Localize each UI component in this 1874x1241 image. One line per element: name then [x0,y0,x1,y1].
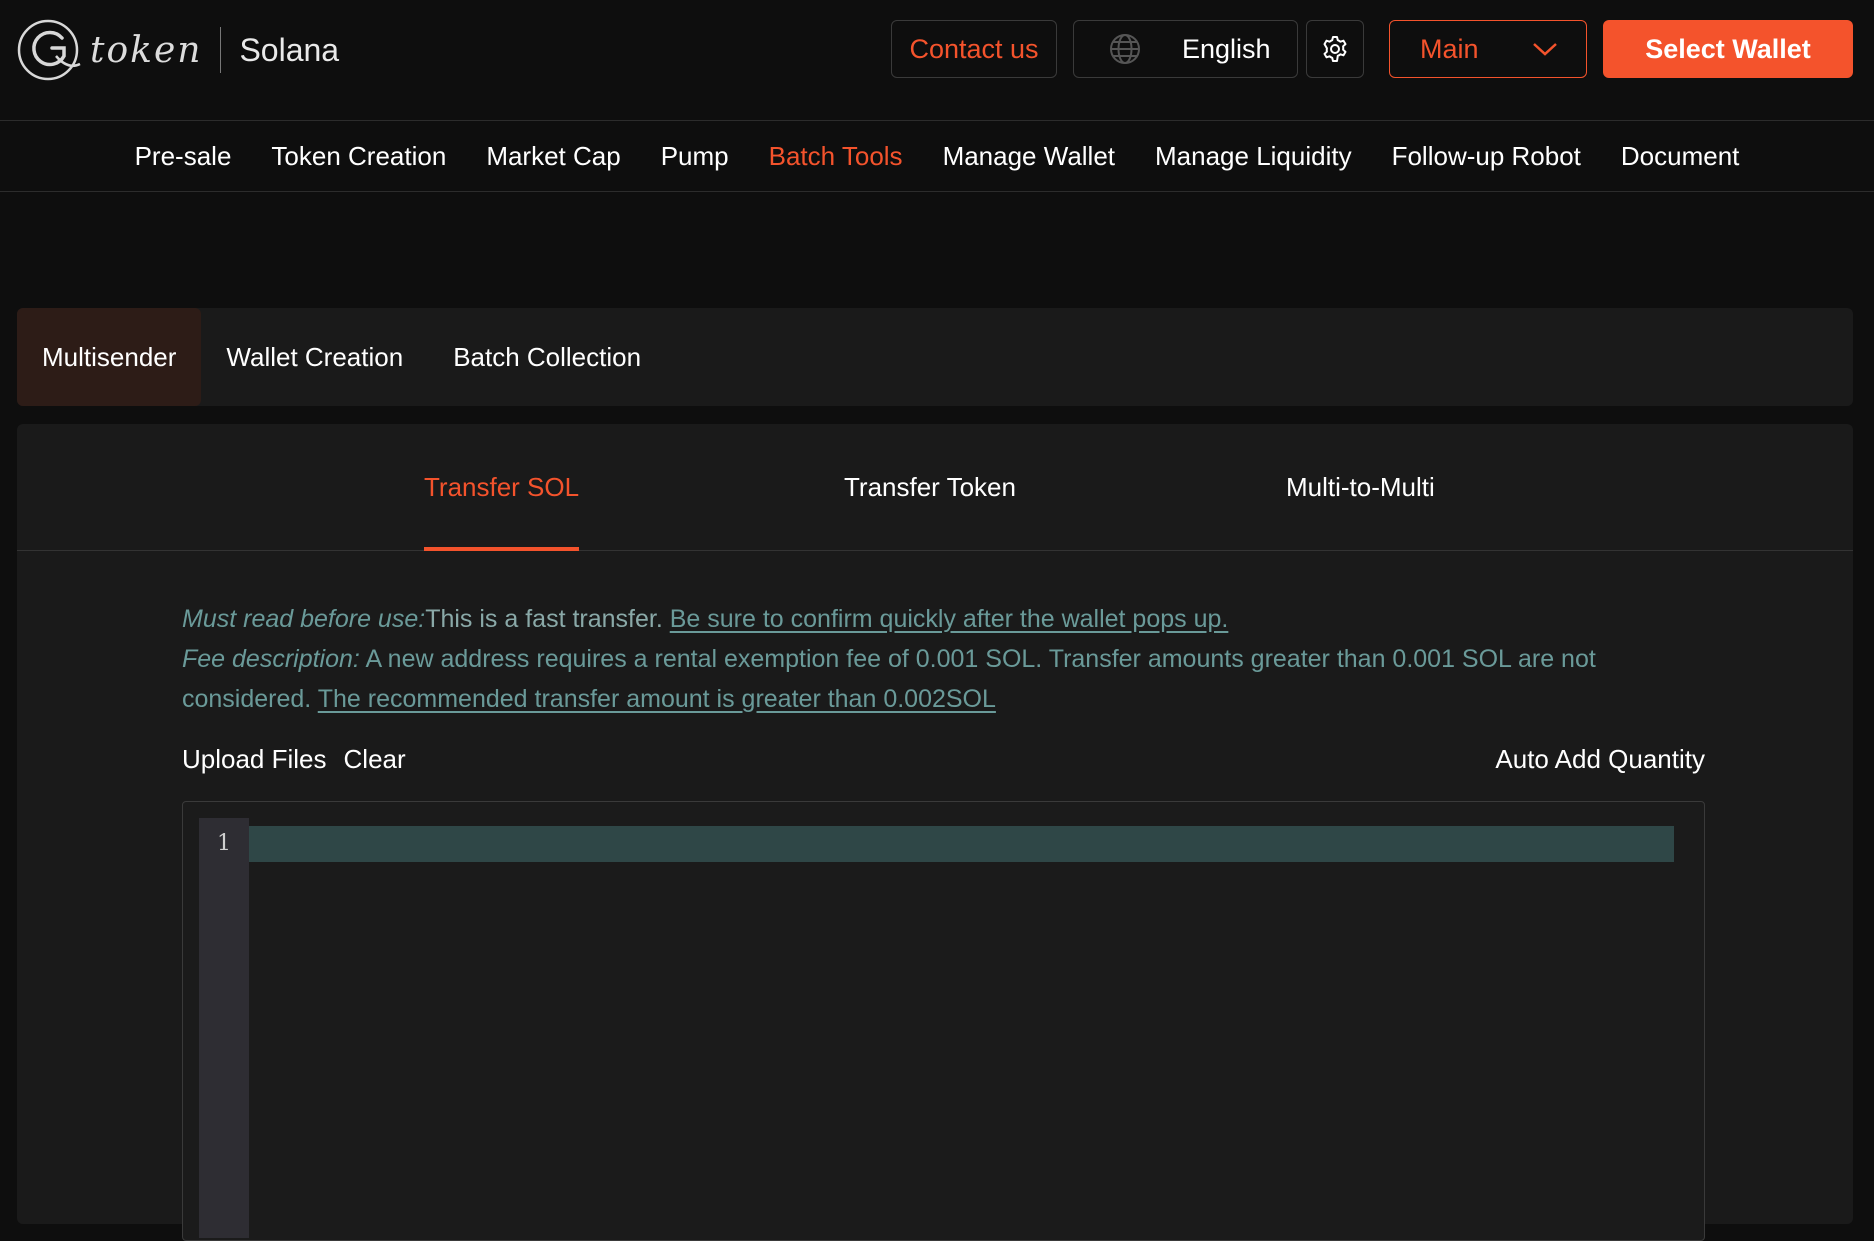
nav-item-manage-liquidity[interactable]: Manage Liquidity [1155,141,1352,172]
tab-transfer-token[interactable]: Transfer Token [844,424,1016,551]
clear-button[interactable]: Clear [344,744,406,775]
nav-item-market-cap[interactable]: Market Cap [486,141,620,172]
contact-us-button[interactable]: Contact us [891,20,1057,78]
nav-item-token-creation[interactable]: Token Creation [271,141,446,172]
tab-multisender[interactable]: Multisender [17,308,202,406]
select-wallet-button[interactable]: Select Wallet [1603,20,1853,78]
nav-item-manage-wallet[interactable]: Manage Wallet [943,141,1115,172]
tab-transfer-sol[interactable]: Transfer SOL [424,424,580,551]
nav-item-pump[interactable]: Pump [661,141,729,172]
network-select[interactable]: Main [1389,20,1587,78]
tab-batch-collection[interactable]: Batch Collection [428,308,666,406]
address-editor[interactable]: 1 [182,801,1705,1241]
active-line-highlight[interactable] [249,826,1674,862]
multisender-panel: Transfer SOL Transfer Token Multi-to-Mul… [17,424,1853,1241]
nav-item-pre-sale[interactable]: Pre-sale [135,141,232,172]
chain-name: Solana [239,31,340,68]
nav-item-batch-tools[interactable]: Batch Tools [769,141,903,172]
tab-multi-to-multi[interactable]: Multi-to-Multi [1286,424,1435,551]
notice-text-fast-transfer: This is a fast transfer. [425,605,670,633]
batch-tool-tabs: Multisender Wallet Creation Batch Collec… [17,308,1853,406]
transfer-type-tabs: Transfer SOL Transfer Token Multi-to-Mul… [17,424,1853,551]
auto-add-quantity-button[interactable]: Auto Add Quantity [1495,744,1705,775]
nav-item-follow-up-robot[interactable]: Follow-up Robot [1392,141,1581,172]
tab-wallet-creation[interactable]: Wallet Creation [201,308,428,406]
line-gutter [199,818,249,1238]
notice-lead-fee: Fee description: [182,645,360,673]
top-header: token Solana Contact us English Main Sel… [0,0,1874,121]
upload-files-button[interactable]: Upload Files [182,744,327,775]
settings-button[interactable] [1306,20,1364,78]
nav-item-document[interactable]: Document [1621,141,1740,172]
usage-notice: Must read before use:This is a fast tran… [182,599,1702,719]
language-selector[interactable]: English [1073,20,1298,78]
logo-divider [220,27,222,73]
language-label: English [1182,33,1271,64]
main-nav: Pre-sale Token Creation Market Cap Pump … [0,122,1874,192]
network-label: Main [1420,33,1479,64]
logo-g-icon [17,19,81,81]
logo-wordmark: token [90,29,203,71]
editor-toolbar: Upload Files Clear Auto Add Quantity [182,739,1705,779]
chevron-down-icon [1533,43,1557,56]
notice-lead-must-read: Must read before use: [182,605,426,633]
brand-logo[interactable]: token Solana [16,18,339,82]
gear-icon [1323,36,1347,62]
notice-link-recommended: The recommended transfer amount is great… [317,685,996,713]
line-number: 1 [217,831,231,856]
notice-link-confirm: Be sure to confirm quickly after the wal… [669,605,1229,633]
globe-icon [1110,34,1140,64]
